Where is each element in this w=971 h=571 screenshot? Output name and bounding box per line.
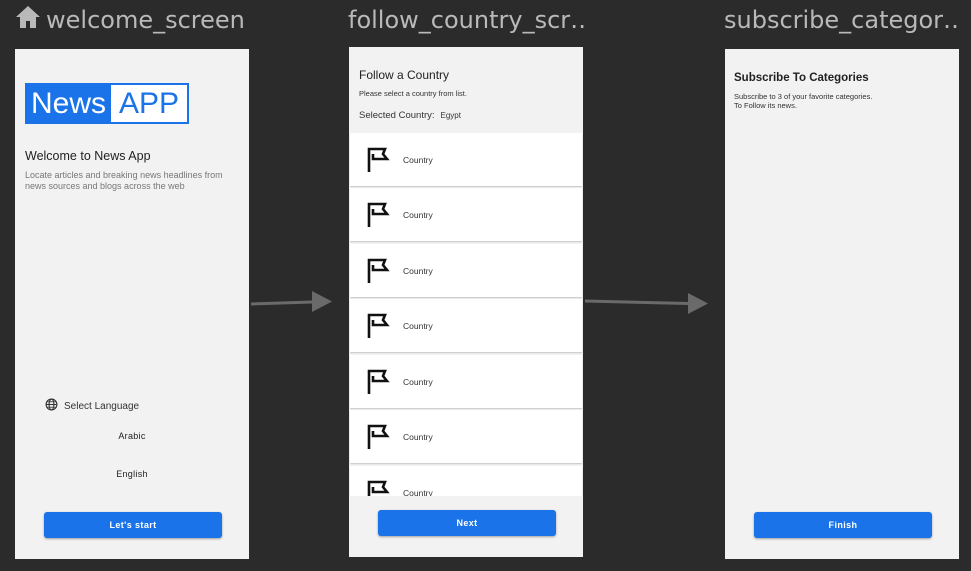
flag-icon — [367, 480, 390, 496]
country-label: Country — [403, 488, 433, 496]
welcome-screen-title-text: welcome_screen — [46, 6, 245, 34]
next-button[interactable]: Next — [378, 510, 556, 536]
subscribe-screen-title-text: subscribe_categor… — [724, 6, 960, 34]
subscribe-description-line1: Subscribe to 3 of your favorite categori… — [734, 92, 873, 101]
country-list-item[interactable]: Country — [350, 244, 582, 297]
welcome-heading: Welcome to News App — [25, 149, 151, 163]
country-label: Country — [403, 210, 433, 220]
welcome-screen-frame: News APP Welcome to News App Locate arti… — [15, 49, 249, 559]
flag-icon — [367, 424, 390, 449]
country-label: Country — [403, 432, 433, 442]
welcome-screen-title: welcome_screen — [14, 4, 245, 36]
welcome-description: Locate articles and breaking news headli… — [25, 170, 223, 191]
lets-start-button[interactable]: Let's start — [44, 512, 222, 538]
flag-icon — [367, 202, 390, 227]
logo-text-app: APP — [110, 85, 187, 122]
selected-country-row: Selected Country: Egypt — [359, 110, 461, 121]
country-label: Country — [403, 321, 433, 331]
flag-icon — [367, 313, 390, 338]
country-list-item[interactable]: Country — [350, 466, 582, 496]
flag-icon — [367, 258, 390, 283]
flag-icon — [367, 369, 390, 394]
country-label: Country — [403, 155, 433, 165]
logo-text-news: News — [31, 86, 107, 120]
select-language-row: Select Language — [45, 398, 139, 414]
country-list[interactable]: Country Country Country Country Country … — [349, 132, 583, 496]
language-option-arabic[interactable]: Arabic — [15, 431, 249, 441]
language-option-english[interactable]: English — [15, 469, 249, 479]
country-list-item[interactable]: Country — [350, 133, 582, 186]
country-list-item[interactable]: Country — [350, 410, 582, 463]
country-label: Country — [403, 377, 433, 387]
subscribe-heading: Subscribe To Categories — [734, 72, 869, 84]
selected-country-value: Egypt — [440, 111, 461, 120]
follow-country-subtitle: Please select a country from list. — [359, 89, 467, 98]
subscribe-description: Subscribe to 3 of your favorite categori… — [734, 92, 872, 110]
subscribe-screen-frame: Subscribe To Categories Subscribe to 3 o… — [725, 49, 959, 559]
flow-arrow-icon — [584, 293, 708, 314]
follow-country-screen-frame: Follow a Country Please select a country… — [349, 47, 583, 557]
country-list-item[interactable]: Country — [350, 188, 582, 241]
globe-icon — [45, 398, 58, 414]
country-list-item[interactable]: Country — [350, 355, 582, 408]
select-language-label: Select Language — [64, 400, 140, 412]
subscribe-description-line2: To Follow its news. — [734, 101, 797, 110]
follow-country-screen-title: follow_country_scr… — [348, 4, 584, 36]
country-label: Country — [403, 266, 433, 276]
news-app-logo: News APP — [25, 83, 189, 124]
finish-button[interactable]: Finish — [754, 512, 932, 538]
follow-country-screen-title-text: follow_country_scr… — [348, 6, 584, 34]
flow-arrow-icon — [250, 291, 332, 312]
selected-country-label: Selected Country: — [359, 110, 435, 121]
subscribe-screen-title: subscribe_categor… — [724, 4, 960, 36]
country-list-item[interactable]: Country — [350, 299, 582, 352]
home-icon — [14, 4, 42, 36]
follow-country-heading: Follow a Country — [359, 68, 450, 82]
flag-icon — [367, 147, 390, 172]
